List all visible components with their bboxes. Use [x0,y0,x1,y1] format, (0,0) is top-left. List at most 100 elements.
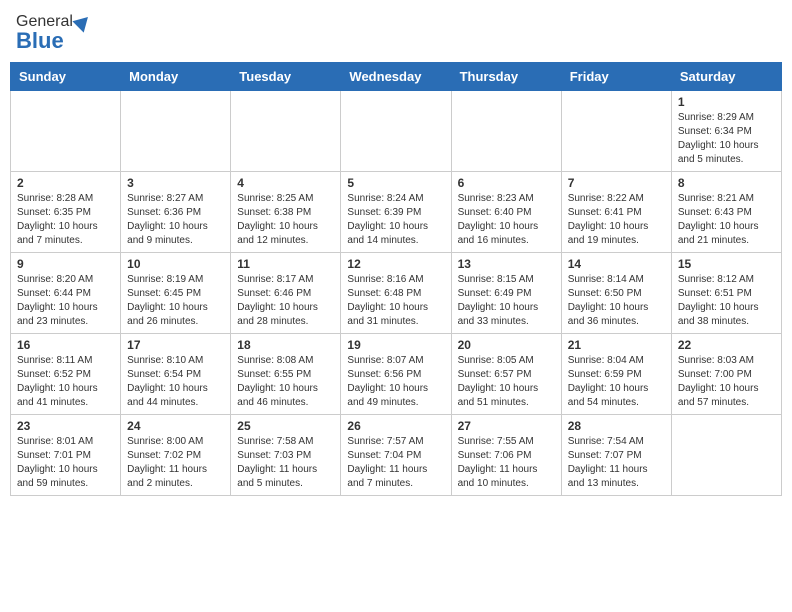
calendar-cell [121,91,231,172]
calendar-cell [451,91,561,172]
calendar-cell: 3 Sunrise: 8:27 AM Sunset: 6:36 PM Daylig… [121,172,231,253]
day-info: Sunrise: 8:24 AM Sunset: 6:39 PM Dayligh… [347,192,444,248]
weekday-header: Tuesday [231,63,341,91]
calendar-cell: 24 Sunrise: 8:00 AM Sunset: 7:02 PM Dayli… [121,415,231,496]
calendar-cell: 10Sunrise: 8:19 AM Sunset: 6:45 PM Dayli… [121,253,231,334]
day-info: Sunrise: 8:10 AM Sunset: 6:54 PM Dayligh… [127,354,224,410]
day-number: 6 [458,176,555,190]
day-number: 3 [127,176,224,190]
day-number: 5 [347,176,444,190]
day-number: 4 [237,176,334,190]
day-info: Sunrise: 8:11 AM Sunset: 6:52 PM Dayligh… [17,354,114,410]
calendar-cell: 23 Sunrise: 8:01 AM Sunset: 7:01 PM Dayli… [11,415,121,496]
calendar-cell [11,91,121,172]
day-info: Sunrise: 8:21 AM Sunset: 6:43 PM Dayligh… [678,192,775,248]
day-number: 7 [568,176,665,190]
day-number: 12 [347,257,444,271]
day-info: Sunrise: 8:01 AM Sunset: 7:01 PM Dayligh… [17,435,114,491]
day-info: Sunrise: 8:12 AM Sunset: 6:51 PM Dayligh… [678,273,775,329]
day-info: Sunrise: 8:20 AM Sunset: 6:44 PM Dayligh… [17,273,114,329]
calendar-cell: 7 Sunrise: 8:22 AM Sunset: 6:41 PM Daylig… [561,172,671,253]
day-number: 13 [458,257,555,271]
day-info: Sunrise: 8:16 AM Sunset: 6:48 PM Dayligh… [347,273,444,329]
day-number: 11 [237,257,334,271]
calendar-cell: 19 Sunrise: 8:07 AM Sunset: 6:56 PM Dayli… [341,334,451,415]
weekday-header: Friday [561,63,671,91]
calendar-cell: 22Sunrise: 8:03 AM Sunset: 7:00 PM Dayli… [671,334,781,415]
day-number: 2 [17,176,114,190]
day-number: 18 [237,338,334,352]
calendar-cell: 18 Sunrise: 8:08 AM Sunset: 6:55 PM Dayli… [231,334,341,415]
day-info: Sunrise: 8:22 AM Sunset: 6:41 PM Dayligh… [568,192,665,248]
day-info: Sunrise: 8:29 AM Sunset: 6:34 PM Dayligh… [678,111,775,167]
calendar-cell: 27 Sunrise: 7:55 AM Sunset: 7:06 PM Dayli… [451,415,561,496]
calendar-week-row: 23 Sunrise: 8:01 AM Sunset: 7:01 PM Dayli… [11,415,782,496]
calendar-cell: 20 Sunrise: 8:05 AM Sunset: 6:57 PM Dayli… [451,334,561,415]
day-number: 20 [458,338,555,352]
calendar-cell: 21 Sunrise: 8:04 AM Sunset: 6:59 PM Dayli… [561,334,671,415]
day-number: 28 [568,419,665,433]
calendar-cell [561,91,671,172]
weekday-header: Monday [121,63,231,91]
calendar-week-row: 9 Sunrise: 8:20 AM Sunset: 6:44 PM Daylig… [11,253,782,334]
weekday-header: Wednesday [341,63,451,91]
weekday-header: Saturday [671,63,781,91]
day-number: 26 [347,419,444,433]
calendar-cell: 9 Sunrise: 8:20 AM Sunset: 6:44 PM Daylig… [11,253,121,334]
day-info: Sunrise: 8:00 AM Sunset: 7:02 PM Dayligh… [127,435,224,491]
calendar-header-row: SundayMondayTuesdayWednesdayThursdayFrid… [11,63,782,91]
day-info: Sunrise: 8:07 AM Sunset: 6:56 PM Dayligh… [347,354,444,410]
day-info: Sunrise: 8:17 AM Sunset: 6:46 PM Dayligh… [237,273,334,329]
calendar-cell: 8 Sunrise: 8:21 AM Sunset: 6:43 PM Daylig… [671,172,781,253]
day-info: Sunrise: 8:05 AM Sunset: 6:57 PM Dayligh… [458,354,555,410]
day-info: Sunrise: 8:15 AM Sunset: 6:49 PM Dayligh… [458,273,555,329]
calendar-cell: 11 Sunrise: 8:17 AM Sunset: 6:46 PM Dayli… [231,253,341,334]
day-info: Sunrise: 8:14 AM Sunset: 6:50 PM Dayligh… [568,273,665,329]
day-info: Sunrise: 8:27 AM Sunset: 6:36 PM Dayligh… [127,192,224,248]
logo-triangle-icon [72,11,93,32]
day-number: 24 [127,419,224,433]
day-number: 16 [17,338,114,352]
calendar-cell: 2 Sunrise: 8:28 AM Sunset: 6:35 PM Daylig… [11,172,121,253]
weekday-header: Sunday [11,63,121,91]
calendar-cell: 14 Sunrise: 8:14 AM Sunset: 6:50 PM Dayli… [561,253,671,334]
calendar-table: SundayMondayTuesdayWednesdayThursdayFrid… [10,62,782,496]
day-number: 14 [568,257,665,271]
calendar-cell: 4Sunrise: 8:25 AM Sunset: 6:38 PM Daylig… [231,172,341,253]
calendar-cell: 25Sunrise: 7:58 AM Sunset: 7:03 PM Dayli… [231,415,341,496]
day-number: 19 [347,338,444,352]
day-info: Sunrise: 8:08 AM Sunset: 6:55 PM Dayligh… [237,354,334,410]
calendar-week-row: 16 Sunrise: 8:11 AM Sunset: 6:52 PM Dayli… [11,334,782,415]
day-info: Sunrise: 8:19 AM Sunset: 6:45 PM Dayligh… [127,273,224,329]
page-header: General Blue [10,10,782,56]
calendar-cell: 13 Sunrise: 8:15 AM Sunset: 6:49 PM Dayli… [451,253,561,334]
logo-blue-text: Blue [16,30,64,52]
weekday-header: Thursday [451,63,561,91]
day-number: 23 [17,419,114,433]
calendar-cell: 12 Sunrise: 8:16 AM Sunset: 6:48 PM Dayli… [341,253,451,334]
day-number: 9 [17,257,114,271]
calendar-cell: 17 Sunrise: 8:10 AM Sunset: 6:54 PM Dayli… [121,334,231,415]
day-number: 27 [458,419,555,433]
day-info: Sunrise: 8:23 AM Sunset: 6:40 PM Dayligh… [458,192,555,248]
calendar-cell: 28 Sunrise: 7:54 AM Sunset: 7:07 PM Dayli… [561,415,671,496]
day-info: Sunrise: 7:55 AM Sunset: 7:06 PM Dayligh… [458,435,555,491]
calendar-cell [671,415,781,496]
day-info: Sunrise: 7:54 AM Sunset: 7:07 PM Dayligh… [568,435,665,491]
calendar-cell [231,91,341,172]
calendar-cell [341,91,451,172]
day-info: Sunrise: 7:57 AM Sunset: 7:04 PM Dayligh… [347,435,444,491]
day-number: 21 [568,338,665,352]
day-number: 17 [127,338,224,352]
calendar-week-row: 1Sunrise: 8:29 AM Sunset: 6:34 PM Daylig… [11,91,782,172]
day-number: 22 [678,338,775,352]
calendar-week-row: 2 Sunrise: 8:28 AM Sunset: 6:35 PM Daylig… [11,172,782,253]
day-info: Sunrise: 8:28 AM Sunset: 6:35 PM Dayligh… [17,192,114,248]
calendar-cell: 16 Sunrise: 8:11 AM Sunset: 6:52 PM Dayli… [11,334,121,415]
day-info: Sunrise: 8:04 AM Sunset: 6:59 PM Dayligh… [568,354,665,410]
calendar-cell: 26 Sunrise: 7:57 AM Sunset: 7:04 PM Dayli… [341,415,451,496]
calendar-cell: 6 Sunrise: 8:23 AM Sunset: 6:40 PM Daylig… [451,172,561,253]
calendar-cell: 15Sunrise: 8:12 AM Sunset: 6:51 PM Dayli… [671,253,781,334]
day-info: Sunrise: 7:58 AM Sunset: 7:03 PM Dayligh… [237,435,334,491]
day-number: 8 [678,176,775,190]
